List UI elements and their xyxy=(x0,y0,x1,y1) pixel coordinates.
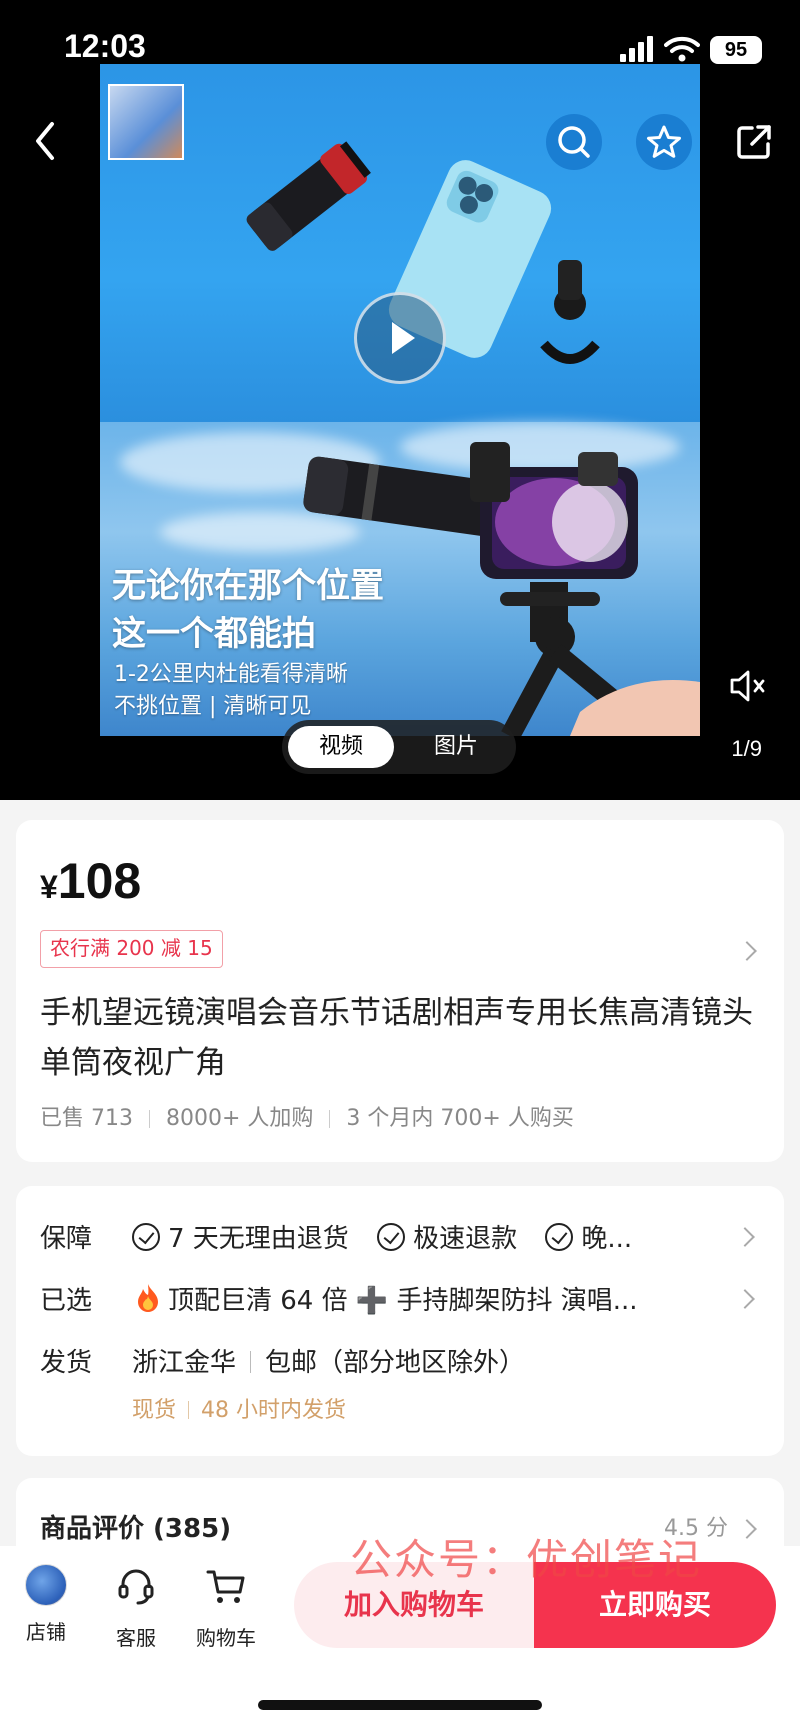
home-indicator[interactable] xyxy=(258,1700,542,1710)
sales-stats: 已售 713 8000+ 人加购 3 个月内 700+ 人购买 xyxy=(40,1100,574,1132)
guarantee-item: 7 天无理由退货 xyxy=(168,1224,349,1254)
store-avatar xyxy=(25,1564,67,1606)
headset-icon xyxy=(118,1569,154,1605)
mute-icon[interactable] xyxy=(728,668,768,704)
price: ¥108 xyxy=(40,852,141,910)
media-gallery[interactable]: 12:03 95 无论你在那个位置 这一个都能拍 1-2公里内杜能看得清晰 不挑… xyxy=(0,0,800,800)
check-circle-icon xyxy=(132,1223,160,1251)
back-icon[interactable] xyxy=(30,118,60,164)
stock-status: 现货 xyxy=(132,1398,177,1423)
price-amount: 108 xyxy=(57,853,142,909)
tab-images[interactable]: 图片 xyxy=(406,726,506,768)
check-circle-icon xyxy=(377,1223,406,1251)
cart-nav-button[interactable]: 购物车 xyxy=(186,1564,266,1651)
guarantee-item: 晚... xyxy=(581,1224,633,1254)
sold-count: 已售 713 xyxy=(40,1106,133,1131)
promo-headline-2: 这一个都能拍 xyxy=(112,614,316,654)
cart-count: 8000+ 人加购 xyxy=(166,1106,314,1131)
store-label: 店铺 xyxy=(26,1620,66,1644)
recent-buyers: 3 个月内 700+ 人购买 xyxy=(346,1106,574,1131)
chevron-right-icon xyxy=(735,1289,755,1309)
shipping-meta: 现货 48 小时内发货 xyxy=(132,1392,346,1424)
guarantee-label: 保障 xyxy=(40,1224,93,1254)
fire-icon xyxy=(138,1284,158,1312)
favorite-button[interactable] xyxy=(636,114,692,170)
search-icon xyxy=(558,126,590,158)
status-time: 12:03 xyxy=(64,28,146,64)
chevron-right-icon[interactable] xyxy=(737,941,757,961)
promo-subline-2: 不挑位置 | 清晰可见 xyxy=(114,694,312,719)
currency-symbol: ¥ xyxy=(40,869,58,905)
service-info-card: 保障 7 天无理由退货 极速退款 晚... 已选 顶配巨清 64 倍 ➕ 手持脚… xyxy=(16,1186,784,1456)
shipping-fee: 包邮（部分地区除外） xyxy=(265,1348,526,1378)
dispatch-time: 48 小时内发货 xyxy=(201,1398,347,1423)
wifi-icon xyxy=(664,36,700,62)
cart-icon xyxy=(206,1570,245,1603)
play-icon xyxy=(392,322,415,354)
product-title: 手机望远镜演唱会音乐节话剧相声专用长焦高清镜头单筒夜视广角 xyxy=(40,995,753,1081)
share-icon[interactable] xyxy=(734,122,774,162)
media-type-toggle[interactable]: 视频 图片 xyxy=(282,720,516,774)
search-button[interactable] xyxy=(546,114,602,170)
coupon-badge[interactable]: 农行满 200 减 15 xyxy=(40,930,223,968)
shipping-label: 发货 xyxy=(40,1348,93,1378)
customer-service-button[interactable]: 客服 xyxy=(96,1564,176,1651)
battery-indicator: 95 xyxy=(710,36,762,64)
ship-origin: 浙江金华 xyxy=(132,1348,237,1378)
selected-variant-row[interactable]: 已选 顶配巨清 64 倍 ➕ 手持脚架防抖 演唱... xyxy=(40,1272,760,1322)
chevron-right-icon xyxy=(735,1227,755,1247)
play-video-button[interactable] xyxy=(354,292,446,384)
watermark-text: 公众号：优创笔记 xyxy=(350,1535,703,1584)
promo-subline-1: 1-2公里内杜能看得清晰 xyxy=(114,662,348,687)
chevron-right-icon xyxy=(737,1519,757,1539)
page-counter: 1/9 xyxy=(731,736,762,761)
price-card: ¥108 农行满 200 减 15 手机望远镜演唱会音乐节话剧相声专用长焦高清镜… xyxy=(16,820,784,1162)
guarantee-row[interactable]: 保障 7 天无理由退货 极速退款 晚... xyxy=(40,1210,760,1260)
signal-icon xyxy=(620,36,653,62)
selected-variant: 顶配巨清 64 倍 ➕ 手持脚架防抖 演唱... xyxy=(168,1286,638,1316)
promo-headline-1: 无论你在那个位置 xyxy=(112,566,384,606)
star-icon xyxy=(647,125,681,158)
cart-label: 购物车 xyxy=(196,1626,256,1650)
tab-video[interactable]: 视频 xyxy=(288,726,394,768)
store-button[interactable]: 店铺 xyxy=(6,1564,86,1645)
reviews-title: 商品评价 (385) xyxy=(40,1514,232,1544)
selected-label: 已选 xyxy=(40,1286,93,1316)
guarantee-item: 极速退款 xyxy=(413,1224,518,1254)
service-label: 客服 xyxy=(116,1626,156,1650)
check-circle-icon xyxy=(545,1223,574,1251)
store-thumbnail[interactable] xyxy=(108,84,184,160)
